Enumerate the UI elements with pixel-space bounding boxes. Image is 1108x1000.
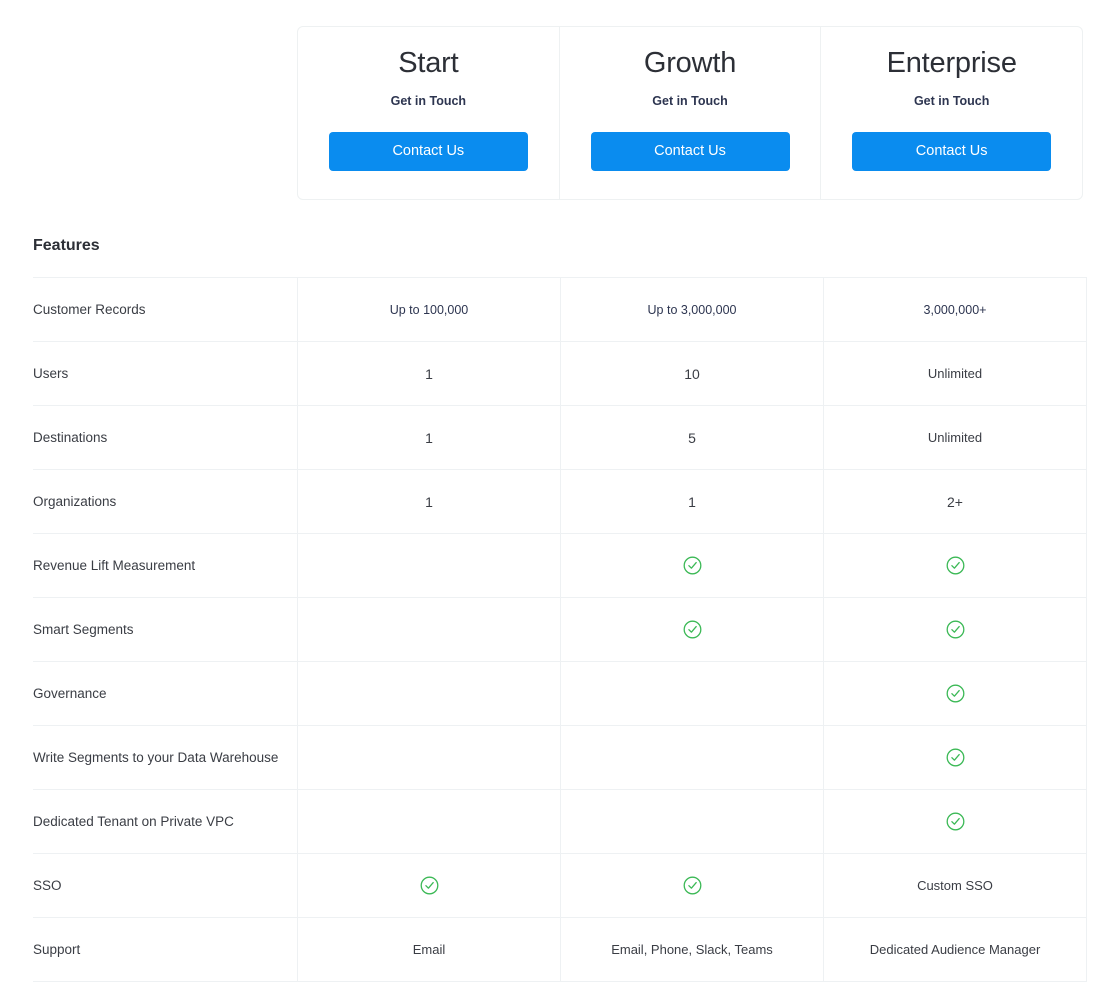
- feature-label: Dedicated Tenant on Private VPC: [33, 789, 298, 854]
- cell-text: 5: [688, 429, 696, 446]
- feature-value-start: [297, 853, 561, 918]
- check-circle-icon: [946, 620, 965, 639]
- feature-label: Write Segments to your Data Warehouse: [33, 725, 298, 790]
- check-circle-icon: [946, 556, 965, 575]
- table-row: Destinations 1 5 Unlimited: [33, 405, 1087, 470]
- feature-label: Smart Segments: [33, 597, 298, 662]
- check-circle-icon: [683, 876, 702, 895]
- feature-value-enterprise: Dedicated Audience Manager: [823, 917, 1087, 982]
- plan-subtitle: Get in Touch: [913, 94, 990, 108]
- feature-value-start: [297, 789, 561, 854]
- check-circle-icon: [946, 812, 965, 831]
- cell-text: Email: [412, 942, 446, 957]
- plan-card-enterprise: Enterprise Get in Touch Contact Us: [820, 27, 1082, 199]
- feature-value-growth: [560, 789, 824, 854]
- table-row: Smart Segments: [33, 597, 1087, 662]
- feature-value-growth: [560, 597, 824, 662]
- feature-value-start: Email: [297, 917, 561, 982]
- cell-text: Email, Phone, Slack, Teams: [611, 942, 773, 957]
- feature-value-start: Up to 100,000: [297, 277, 561, 342]
- feature-value-growth: [560, 661, 824, 726]
- cell-text: 1: [425, 365, 433, 382]
- feature-label: Organizations: [33, 469, 298, 534]
- feature-value-enterprise: Unlimited: [823, 405, 1087, 470]
- table-row: SSO Custom SSO: [33, 853, 1087, 918]
- table-row: Customer Records Up to 100,000 Up to 3,000…: [33, 277, 1087, 342]
- feature-value-growth: [560, 725, 824, 790]
- feature-value-growth: 5: [560, 405, 824, 470]
- cell-text: 1: [688, 493, 696, 510]
- feature-value-enterprise: Unlimited: [823, 341, 1087, 406]
- feature-value-enterprise: [823, 533, 1087, 598]
- feature-value-enterprise: 3,000,000+: [823, 277, 1087, 342]
- feature-label: SSO: [33, 853, 298, 918]
- feature-value-start: [297, 597, 561, 662]
- feature-value-enterprise: [823, 725, 1087, 790]
- feature-value-enterprise: [823, 789, 1087, 854]
- check-circle-icon: [683, 556, 702, 575]
- feature-value-enterprise: [823, 597, 1087, 662]
- feature-value-start: 1: [297, 405, 561, 470]
- feature-value-start: [297, 533, 561, 598]
- cell-text: Dedicated Audience Manager: [869, 942, 1041, 957]
- feature-value-start: 1: [297, 341, 561, 406]
- cell-text: 1: [425, 493, 433, 510]
- feature-value-growth: [560, 853, 824, 918]
- check-circle-icon: [420, 876, 439, 895]
- plan-name: Enterprise: [886, 47, 1017, 79]
- cell-text: Unlimited: [927, 430, 983, 445]
- feature-value-growth: 1: [560, 469, 824, 534]
- table-row: Users 1 10 Unlimited: [33, 341, 1087, 406]
- contact-us-button-start[interactable]: Contact Us: [328, 132, 528, 171]
- feature-value-start: 1: [297, 469, 561, 534]
- check-circle-icon: [946, 748, 965, 767]
- plan-name: Growth: [643, 47, 737, 79]
- plan-name: Start: [398, 47, 459, 79]
- feature-value-growth: 10: [560, 341, 824, 406]
- table-row: Dedicated Tenant on Private VPC: [33, 789, 1087, 854]
- feature-value-start: [297, 725, 561, 790]
- feature-comparison-table: Customer Records Up to 100,000 Up to 3,000…: [33, 277, 1087, 982]
- feature-label: Governance: [33, 661, 298, 726]
- cell-text: Up to 100,000: [389, 303, 469, 317]
- feature-label: Customer Records: [33, 277, 298, 342]
- plan-card-growth: Growth Get in Touch Contact Us: [558, 27, 821, 199]
- table-row: Revenue Lift Measurement: [33, 533, 1087, 598]
- cell-text: Unlimited: [927, 366, 983, 381]
- pricing-plans-header: Start Get in Touch Contact Us Growth Get…: [297, 26, 1083, 200]
- plan-subtitle: Get in Touch: [652, 94, 728, 108]
- feature-value-growth: Email, Phone, Slack, Teams: [560, 917, 824, 982]
- feature-label: Revenue Lift Measurement: [33, 533, 298, 598]
- check-circle-icon: [683, 620, 702, 639]
- cell-text: Up to 3,000,000: [647, 303, 737, 317]
- feature-label: Users: [33, 341, 298, 406]
- feature-label: Support: [33, 917, 298, 982]
- plan-subtitle: Get in Touch: [390, 94, 467, 108]
- feature-value-enterprise: 2+: [823, 469, 1087, 534]
- contact-us-button-enterprise[interactable]: Contact Us: [852, 132, 1052, 171]
- cell-text: 2+: [947, 493, 963, 510]
- cell-text: 1: [425, 429, 433, 446]
- feature-value-growth: [560, 533, 824, 598]
- feature-value-start: [297, 661, 561, 726]
- table-row: Governance: [33, 661, 1087, 726]
- table-row: Support Email Email, Phone, Slack, Teams De…: [33, 917, 1087, 982]
- check-circle-icon: [946, 684, 965, 703]
- feature-value-growth: Up to 3,000,000: [560, 277, 824, 342]
- feature-value-enterprise: [823, 661, 1087, 726]
- table-row: Organizations 1 1 2+: [33, 469, 1087, 534]
- features-section-title: Features: [33, 237, 100, 254]
- feature-label: Destinations: [33, 405, 298, 470]
- cell-text: 3,000,000+: [923, 303, 987, 317]
- cell-text: 10: [684, 365, 700, 382]
- cell-text: Custom SSO: [917, 878, 993, 893]
- feature-value-enterprise: Custom SSO: [823, 853, 1087, 918]
- plan-card-start: Start Get in Touch Contact Us: [298, 27, 559, 199]
- table-row: Write Segments to your Data Warehouse: [33, 725, 1087, 790]
- contact-us-button-growth[interactable]: Contact Us: [590, 132, 790, 171]
